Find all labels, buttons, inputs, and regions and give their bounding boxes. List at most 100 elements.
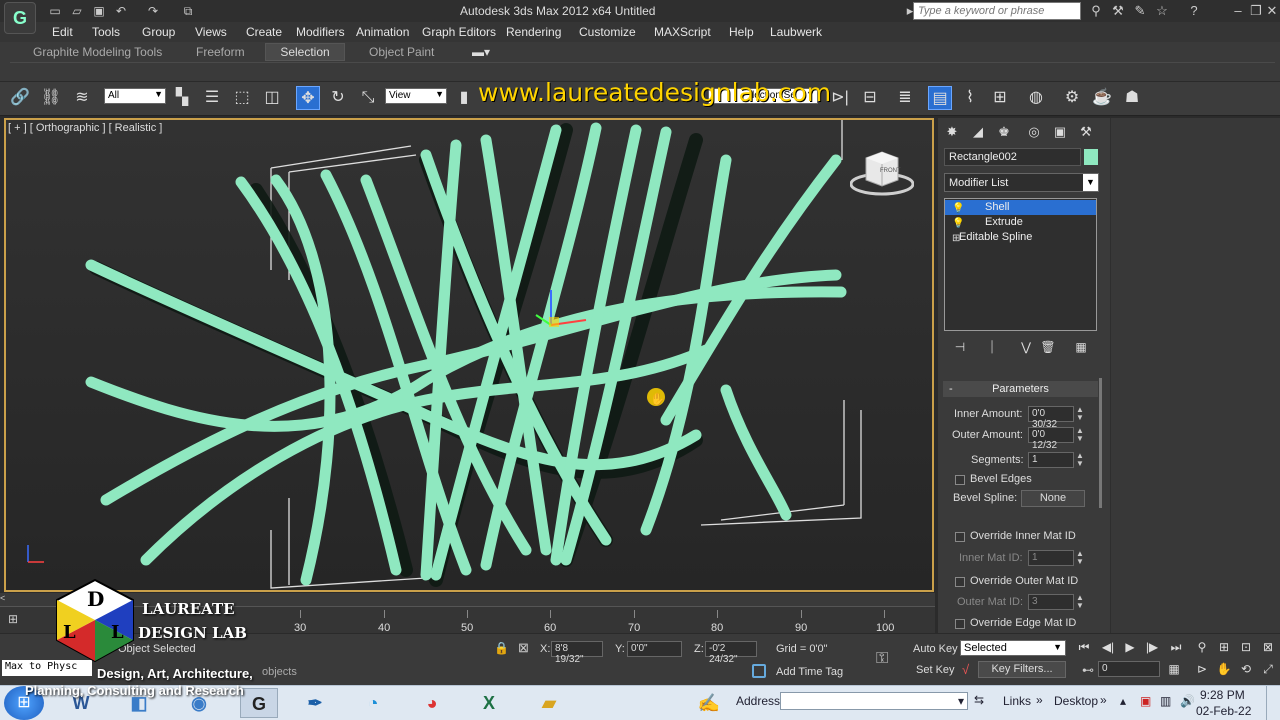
3dsmax-app-icon[interactable]: G — [240, 688, 278, 718]
menu-create[interactable]: Create — [246, 25, 282, 39]
menu-laubwerk[interactable]: Laubwerk — [770, 25, 822, 39]
show-desktop-button[interactable] — [1266, 686, 1280, 720]
chrome-app-icon[interactable]: ◕ — [413, 688, 451, 718]
edge-app-icon[interactable]: ◔ — [354, 688, 392, 718]
add-time-tag-button[interactable]: Add Time Tag — [776, 666, 843, 678]
layer-manager-icon[interactable]: ≣ — [893, 86, 917, 110]
parameters-rollout-header[interactable]: - Parameters — [943, 381, 1098, 397]
curve-editor-icon[interactable]: ⌇ — [958, 86, 982, 110]
select-and-rotate-icon[interactable]: ↻ — [326, 86, 350, 110]
bevel-spline-button[interactable]: None — [1021, 490, 1085, 507]
graphite-toggle-icon[interactable]: ▤ — [928, 86, 952, 110]
links-expand-icon[interactable]: » — [1036, 693, 1043, 707]
override-edge-mat-checkbox[interactable] — [955, 619, 965, 629]
object-name-field[interactable]: Rectangle002 — [944, 148, 1081, 166]
feather-app-icon[interactable]: ✒ — [296, 688, 334, 718]
inner-amount-field[interactable]: 0'0 30/32 — [1028, 406, 1074, 430]
zoom-icon[interactable]: ⚲ — [1192, 638, 1212, 656]
object-color-swatch[interactable] — [1084, 149, 1098, 165]
menu-group[interactable]: Group — [142, 25, 175, 39]
redo-icon[interactable]: ↷ — [145, 3, 161, 19]
menu-modifiers[interactable]: Modifiers — [296, 25, 345, 39]
lightbulb-icon[interactable]: 💡 — [952, 201, 964, 216]
tab-selection[interactable]: Selection — [265, 43, 345, 61]
pivot-center-icon[interactable]: ▮ — [452, 86, 476, 110]
time-slider[interactable] — [0, 593, 935, 607]
segments-spinner[interactable]: ▲ ▼ — [1075, 452, 1085, 468]
excel-app-icon[interactable]: X — [470, 688, 508, 718]
segments-field[interactable]: 1 — [1028, 452, 1074, 468]
save-icon[interactable]: ▣ — [91, 3, 107, 19]
folder-app-icon[interactable]: ▰ — [530, 688, 568, 718]
display-tab-icon[interactable]: ▣ — [1050, 123, 1070, 141]
menu-graph-editors[interactable]: Graph Editors — [422, 25, 496, 39]
address-dropdown-icon[interactable]: ▾ — [958, 694, 964, 708]
current-frame-field[interactable]: 0 — [1098, 661, 1160, 677]
material-editor-icon[interactable]: ◍ — [1024, 86, 1048, 110]
inner-amount-spinner[interactable]: ▲ ▼ — [1075, 406, 1085, 422]
help-icon[interactable]: ? — [1186, 3, 1202, 19]
create-tab-icon[interactable]: ✸ — [942, 123, 962, 141]
set-key-icon[interactable]: ⚿ — [876, 650, 888, 668]
tab-graphite-modeling-tools[interactable]: Graphite Modeling Tools — [33, 45, 162, 59]
stack-item-extrude[interactable]: 💡 Extrude — [945, 215, 1096, 230]
go-icon[interactable]: ⇆ — [974, 693, 984, 707]
window-crossing-icon[interactable]: ◫ — [260, 86, 284, 110]
menu-help[interactable]: Help — [729, 25, 754, 39]
make-unique-icon[interactable]: ⋁ — [1016, 338, 1036, 356]
select-and-scale-icon[interactable]: ⤡ — [356, 86, 380, 110]
schematic-view-icon[interactable]: ⊞ — [988, 86, 1012, 110]
zoom-extents-icon[interactable]: ⊡ — [1236, 638, 1256, 656]
selection-lock-icon[interactable]: 🔒 — [494, 641, 509, 655]
select-and-move-icon[interactable]: ✥ — [296, 86, 320, 110]
modifier-list-dropdown[interactable]: Modifier List ▼ — [944, 173, 1099, 192]
select-by-name-icon[interactable]: ☰ — [200, 86, 224, 110]
clock-time[interactable]: 9:28 PM — [1200, 688, 1245, 702]
communication-center-icon[interactable]: ⚒ — [1110, 3, 1126, 19]
app-logo-button[interactable]: G — [4, 2, 36, 34]
tray-expand-icon[interactable]: ▴ — [1120, 694, 1126, 708]
show-end-result-icon[interactable]: ⏐ — [982, 338, 1002, 356]
unlink-icon[interactable]: ⛓ — [39, 86, 63, 110]
absolute-mode-icon[interactable]: ⊠ — [518, 640, 529, 656]
key-selection-dropdown[interactable]: Selected ▼ — [960, 640, 1066, 656]
links-toolbar[interactable]: Links — [1003, 694, 1031, 708]
clock-date[interactable]: 02-Feb-22 — [1196, 704, 1251, 718]
motion-tab-icon[interactable]: ◎ — [1024, 123, 1044, 141]
selection-filter-dropdown[interactable]: All ▼ — [104, 88, 166, 104]
menu-customize[interactable]: Customize — [579, 25, 636, 39]
bind-space-warp-icon[interactable]: ≋ — [70, 86, 94, 110]
viewcube[interactable]: FRONT — [849, 150, 915, 196]
configure-modifier-sets-icon[interactable]: ▦ — [1071, 338, 1091, 356]
hierarchy-tab-icon[interactable]: ♚ — [994, 123, 1014, 141]
prev-frame-icon[interactable]: ◀| — [1098, 638, 1118, 656]
remove-modifier-icon[interactable]: 🗑 — [1038, 338, 1058, 356]
address-input[interactable] — [780, 692, 968, 710]
tab-object-paint[interactable]: Object Paint — [369, 45, 434, 59]
mirror-icon[interactable]: ⊳| — [828, 86, 852, 110]
keyword-search-input[interactable]: Type a keyword or phrase — [913, 2, 1081, 20]
outer-mat-id-field[interactable]: 3 — [1028, 594, 1074, 610]
desktop-toolbar[interactable]: Desktop — [1054, 694, 1098, 708]
close-icon[interactable]: ✕ — [1264, 3, 1280, 19]
outer-amount-spinner[interactable]: ▲ ▼ — [1075, 427, 1085, 443]
time-slider-prev-icon[interactable]: < — [0, 593, 10, 605]
stack-item-editable-spline[interactable]: ⊞ Editable Spline — [945, 230, 1096, 245]
pen-tool-icon[interactable]: ✍ — [690, 688, 728, 718]
lightbulb-icon[interactable]: 💡 — [952, 216, 964, 231]
rendered-frame-icon[interactable]: ☕ — [1090, 86, 1114, 110]
menu-rendering[interactable]: Rendering — [506, 25, 561, 39]
viewport-orthographic[interactable]: ✋ — [4, 118, 934, 592]
rectangular-selection-icon[interactable]: ⬚ — [230, 86, 254, 110]
render-setup-icon[interactable]: ⚙ — [1060, 86, 1084, 110]
pin-stack-icon[interactable]: ⊣ — [950, 338, 970, 356]
undo-icon[interactable]: ↶ — [113, 3, 129, 19]
favorites-star-icon[interactable]: ☆ — [1154, 3, 1170, 19]
y-coordinate-field[interactable]: 0'0" — [627, 641, 682, 657]
network-icon[interactable]: ▥ — [1160, 694, 1171, 708]
desktop-expand-icon[interactable]: » — [1100, 693, 1107, 707]
inner-mat-id-field[interactable]: 1 — [1028, 550, 1074, 566]
next-frame-icon[interactable]: |▶ — [1142, 638, 1162, 656]
project-folder-icon[interactable]: ⧉ — [180, 3, 196, 19]
zoom-extents-all-icon[interactable]: ⊠ — [1258, 638, 1278, 656]
